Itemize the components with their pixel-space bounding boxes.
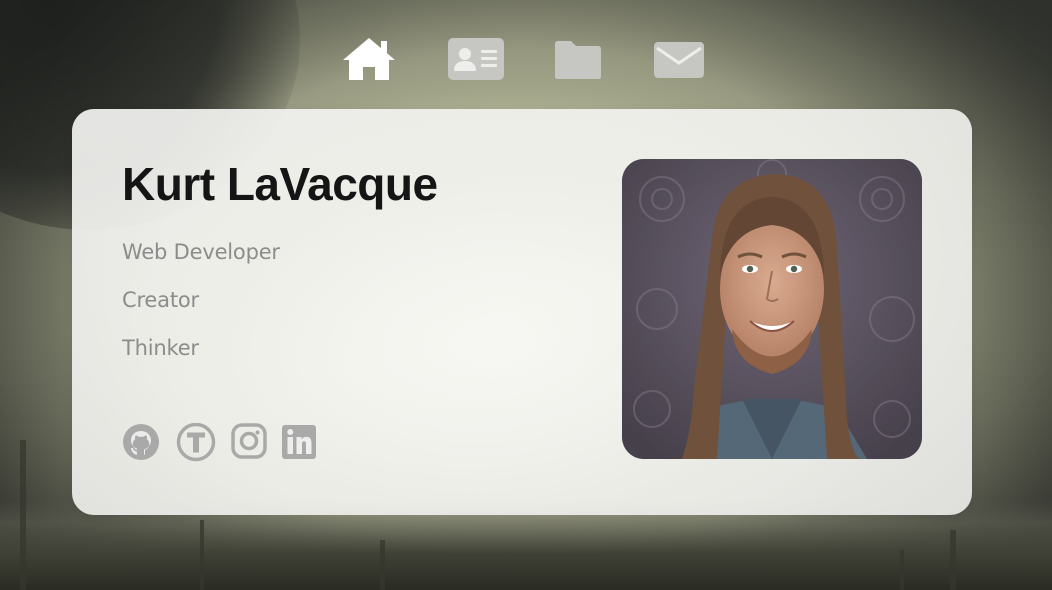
home-icon [343, 38, 395, 80]
role-web-developer: Web Developer [122, 240, 280, 264]
t-link[interactable] [176, 422, 216, 462]
role-creator: Creator [122, 288, 199, 312]
portrait-image [622, 159, 922, 459]
t-circle-icon [176, 422, 216, 462]
instagram-icon [231, 423, 267, 459]
top-nav [0, 34, 1052, 84]
instagram-link[interactable] [230, 423, 268, 461]
linkedin-icon [282, 425, 316, 459]
nav-projects-button[interactable] [548, 34, 608, 84]
envelope-icon [654, 42, 704, 78]
linkedin-link[interactable] [280, 423, 318, 461]
nav-about-button[interactable] [445, 34, 505, 84]
profile-card: Kurt LaVacque Web Developer Creator Thin… [72, 109, 972, 515]
role-thinker: Thinker [122, 336, 199, 360]
folder-icon [555, 41, 601, 79]
profile-photo [622, 159, 922, 459]
nav-home-button[interactable] [339, 34, 399, 84]
github-icon [123, 424, 159, 460]
contact-card-icon [448, 38, 504, 80]
nav-contact-button[interactable] [648, 34, 708, 84]
profile-name: Kurt LaVacque [122, 158, 438, 210]
github-link[interactable] [122, 423, 160, 461]
